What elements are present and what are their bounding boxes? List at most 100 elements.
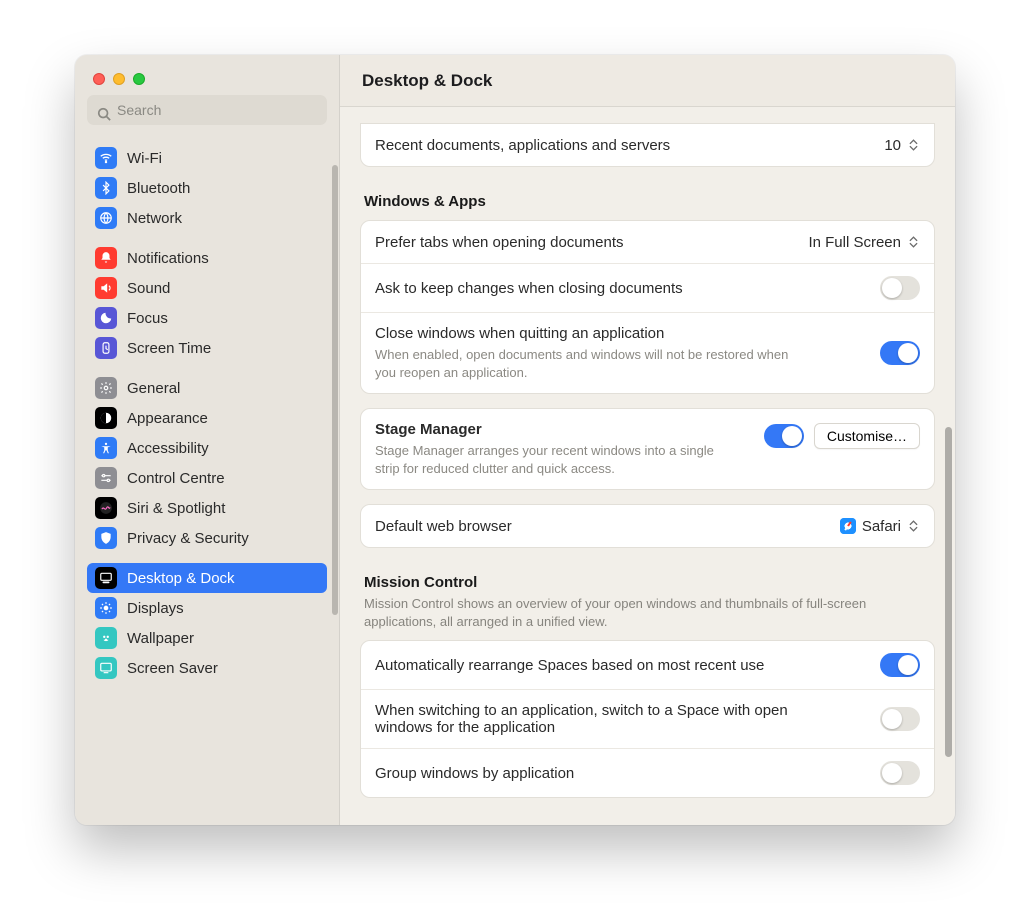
sidebar-item-displays[interactable]: Displays (87, 593, 327, 623)
auto-rearrange-spaces-label: Automatically rearrange Spaces based on … (375, 657, 880, 674)
desktopdock-icon (95, 567, 117, 589)
sidebar-item-accessibility[interactable]: Accessibility (87, 433, 327, 463)
appearance-icon (95, 407, 117, 429)
screentime-icon (95, 337, 117, 359)
sidebar-item-bluetooth[interactable]: Bluetooth (87, 173, 327, 203)
displays-icon (95, 597, 117, 619)
sidebar-item-label: Accessibility (127, 440, 209, 457)
auto-rearrange-spaces-row[interactable]: Automatically rearrange Spaces based on … (361, 641, 934, 689)
chevron-updown-icon (907, 233, 920, 251)
sidebar: Wi-Fi Bluetooth Network Notifications Sound F… (75, 55, 340, 825)
sidebar-item-label: General (127, 380, 180, 397)
bluetooth-icon (95, 177, 117, 199)
sidebar-item-screen-time[interactable]: Screen Time (87, 333, 327, 363)
sidebar-item-label: Focus (127, 310, 168, 327)
recent-documents-row[interactable]: Recent documents, applications and serve… (361, 124, 934, 166)
sidebar-item-general[interactable]: General (87, 373, 327, 403)
sidebar-item-notifications[interactable]: Notifications (87, 243, 327, 273)
close-windows-label: Close windows when quitting an applicati… (375, 325, 880, 342)
close-windows-toggle[interactable] (880, 341, 920, 365)
sidebar-item-desktop-dock[interactable]: Desktop & Dock (87, 563, 327, 593)
sidebar-item-label: Desktop & Dock (127, 570, 235, 587)
sidebar-item-label: Screen Time (127, 340, 211, 357)
sidebar-item-label: Notifications (127, 250, 209, 267)
sidebar-item-network[interactable]: Network (87, 203, 327, 233)
privacy-icon (95, 527, 117, 549)
window-controls (75, 55, 339, 95)
sidebar-item-wallpaper[interactable]: Wallpaper (87, 623, 327, 653)
default-browser-label: Default web browser (375, 518, 840, 535)
sidebar-item-label: Siri & Spotlight (127, 500, 225, 517)
prefer-tabs-popup[interactable]: In Full Screen (808, 233, 920, 251)
switch-to-app-space-row[interactable]: When switching to an application, switch… (361, 689, 934, 748)
stage-manager-label: Stage Manager (375, 421, 764, 438)
sidebar-item-label: Displays (127, 600, 184, 617)
sidebar-item-screen-saver[interactable]: Screen Saver (87, 653, 327, 683)
recent-documents-value: 10 (884, 137, 901, 154)
stage-manager-toggle[interactable] (764, 424, 804, 448)
mission-control-card: Automatically rearrange Spaces based on … (360, 640, 935, 798)
default-browser-value: Safari (862, 518, 901, 535)
ask-keep-changes-row[interactable]: Ask to keep changes when closing documen… (361, 263, 934, 312)
minimize-button[interactable] (113, 73, 125, 85)
prefer-tabs-row[interactable]: Prefer tabs when opening documents In Fu… (361, 221, 934, 263)
prefer-tabs-value: In Full Screen (808, 234, 901, 251)
default-browser-row[interactable]: Default web browser Safari (361, 505, 934, 547)
accessibility-icon (95, 437, 117, 459)
recent-card: Recent documents, applications and serve… (360, 123, 935, 167)
close-windows-row[interactable]: Close windows when quitting an applicati… (361, 312, 934, 393)
mission-control-heading: Mission Control (364, 574, 931, 591)
sidebar-item-siri-spotlight[interactable]: Siri & Spotlight (87, 493, 327, 523)
stage-manager-row[interactable]: Stage Manager Stage Manager arranges you… (361, 409, 934, 489)
control-icon (95, 467, 117, 489)
siri-icon (95, 497, 117, 519)
network-icon (95, 207, 117, 229)
sidebar-item-label: Control Centre (127, 470, 225, 487)
chevron-updown-icon (907, 517, 920, 535)
sound-icon (95, 277, 117, 299)
sidebar-item-label: Privacy & Security (127, 530, 249, 547)
maximize-button[interactable] (133, 73, 145, 85)
sidebar-item-label: Sound (127, 280, 170, 297)
close-button[interactable] (93, 73, 105, 85)
notifications-icon (95, 247, 117, 269)
ask-keep-changes-toggle[interactable] (880, 276, 920, 300)
system-settings-window: Wi-Fi Bluetooth Network Notifications Sound F… (75, 55, 955, 825)
sidebar-item-appearance[interactable]: Appearance (87, 403, 327, 433)
switch-to-app-space-toggle[interactable] (880, 707, 920, 731)
sidebar-item-label: Wi-Fi (127, 150, 162, 167)
windows-apps-heading: Windows & Apps (364, 193, 931, 210)
sidebar-item-wi-fi[interactable]: Wi-Fi (87, 143, 327, 173)
page-title: Desktop & Dock (340, 55, 955, 107)
group-windows-row[interactable]: Group windows by application (361, 748, 934, 797)
sidebar-item-sound[interactable]: Sound (87, 273, 327, 303)
sidebar-item-label: Wallpaper (127, 630, 194, 647)
sidebar-item-label: Screen Saver (127, 660, 218, 677)
focus-icon (95, 307, 117, 329)
sidebar-item-focus[interactable]: Focus (87, 303, 327, 333)
screensaver-icon (95, 657, 117, 679)
stage-manager-customise-button[interactable]: Customise… (814, 423, 920, 449)
recent-documents-stepper[interactable]: 10 (884, 136, 920, 154)
close-windows-desc: When enabled, open documents and windows… (375, 346, 805, 381)
stage-manager-desc: Stage Manager arranges your recent windo… (375, 442, 715, 477)
general-icon (95, 377, 117, 399)
auto-rearrange-spaces-toggle[interactable] (880, 653, 920, 677)
sidebar-item-label: Network (127, 210, 182, 227)
group-windows-label: Group windows by application (375, 765, 880, 782)
sidebar-scrollbar[interactable] (332, 165, 338, 615)
prefer-tabs-label: Prefer tabs when opening documents (375, 234, 808, 251)
default-browser-popup[interactable]: Safari (840, 517, 920, 535)
ask-keep-changes-label: Ask to keep changes when closing documen… (375, 280, 880, 297)
sidebar-item-privacy-security[interactable]: Privacy & Security (87, 523, 327, 553)
recent-documents-label: Recent documents, applications and serve… (375, 137, 884, 154)
switch-to-app-space-label: When switching to an application, switch… (375, 702, 835, 736)
wifi-icon (95, 147, 117, 169)
content-scroll: Recent documents, applications and serve… (340, 107, 955, 825)
sidebar-item-control-centre[interactable]: Control Centre (87, 463, 327, 493)
wallpaper-icon (95, 627, 117, 649)
search-input[interactable] (87, 95, 327, 125)
safari-icon (840, 518, 856, 534)
group-windows-toggle[interactable] (880, 761, 920, 785)
content-scrollbar[interactable] (945, 427, 952, 757)
